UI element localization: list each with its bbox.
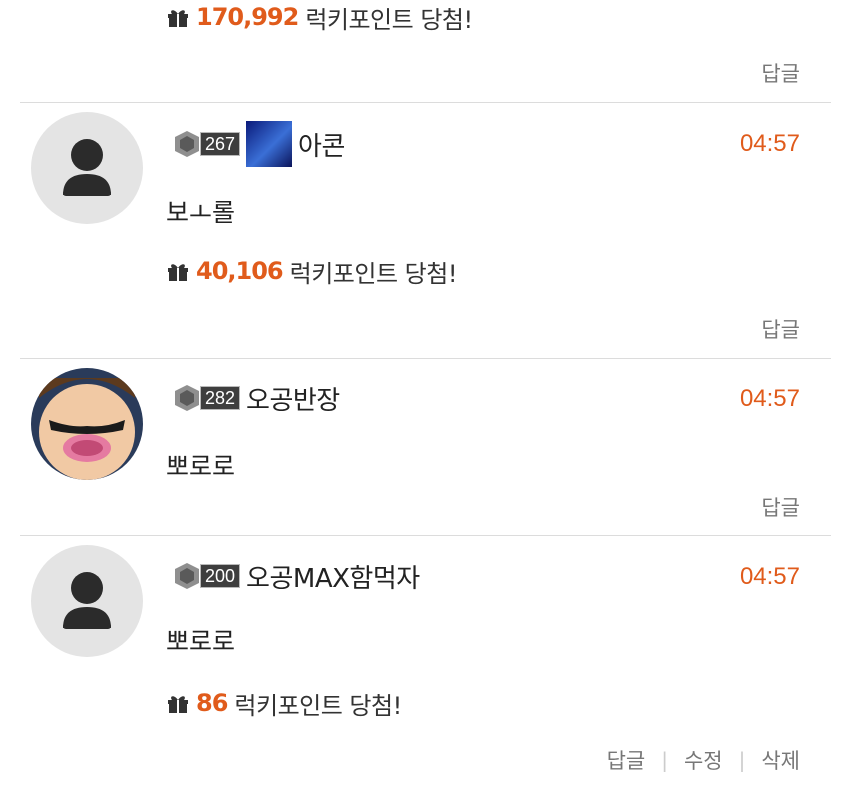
comment-list: 170,992 럭키포인트 당첨! 답글 267 아콘 04:57 보ㅗ롤 40… [0,0,850,789]
avatar[interactable] [31,545,143,657]
lucky-point-amount: 170,992 [196,3,299,31]
nickname[interactable]: 아콘 [298,126,345,163]
comment-actions: 답글 | 수정 | 삭제 [607,745,800,775]
divider [20,102,831,103]
gift-icon [168,264,188,281]
comment-text: 보ㅗ롤 [166,198,236,227]
avatar[interactable] [31,368,143,480]
lucky-point-row: 170,992 럭키포인트 당첨! [166,0,473,34]
comment-header: 200 오공MAX함먹자 [172,556,420,596]
person-icon [63,572,111,629]
reply-link[interactable]: 답글 [761,492,800,522]
comment-text: 뽀로로 [166,627,236,656]
timestamp: 04:57 [739,385,800,412]
lucky-point-amount: 86 [196,689,228,717]
edit-link[interactable]: 수정 [684,745,723,775]
separator: | [661,748,668,772]
comment-header: 267 아콘 [172,121,345,167]
lucky-point-label: 럭키포인트 당첨! [305,5,473,34]
comment-actions: 답글 [761,492,800,522]
gift-icon [168,696,188,713]
comment-actions: 답글 [761,58,800,88]
level-emblem-icon [175,563,199,589]
divider [20,535,831,536]
level-emblem-icon [175,385,199,411]
nickname[interactable]: 오공반장 [246,380,340,417]
nickname[interactable]: 오공MAX함먹자 [246,558,420,595]
comment-header: 282 오공반장 [172,378,340,418]
reply-link[interactable]: 답글 [761,58,800,88]
comment-text: 뽀로로 [166,452,236,481]
character-icon [246,121,293,167]
separator: | [738,748,746,772]
timestamp: 04:57 [739,563,800,590]
timestamp: 04:57 [739,130,800,157]
avatar[interactable] [31,112,143,224]
person-icon [63,139,111,196]
lucky-point-row: 40,106 럭키포인트 당첨! [166,254,457,288]
lucky-point-label: 럭키포인트 당첨! [289,259,458,288]
divider [20,358,831,359]
level-badge: 282 [172,383,241,413]
level-badge: 200 [172,561,241,591]
reply-link[interactable]: 답글 [761,314,800,344]
level-badge: 267 [172,129,241,159]
character-avatar-image [39,378,135,480]
lucky-point-label: 럭키포인트 당첨! [234,691,402,720]
delete-link[interactable]: 삭제 [761,745,800,775]
reply-link[interactable]: 답글 [607,745,646,775]
comment-actions: 답글 [761,314,800,344]
level-emblem-icon [175,131,199,157]
lucky-point-row: 86 럭키포인트 당첨! [166,686,402,720]
gift-icon [168,10,188,27]
lucky-point-amount: 40,106 [196,257,284,285]
